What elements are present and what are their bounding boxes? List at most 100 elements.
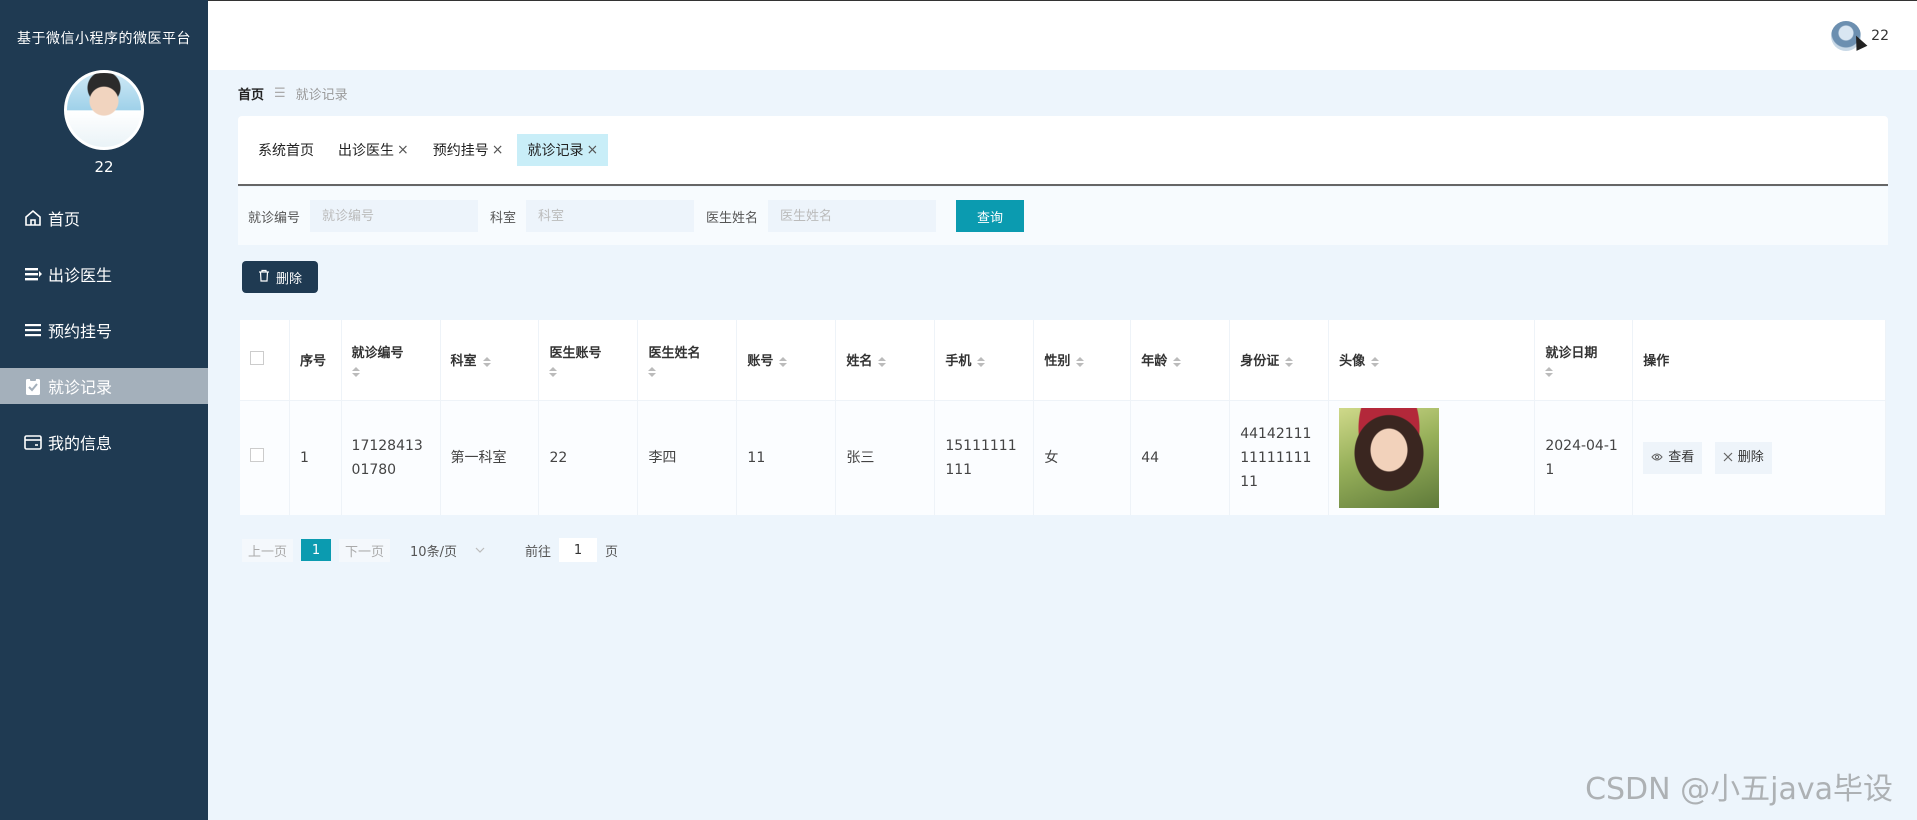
- close-icon[interactable]: ×: [397, 142, 409, 158]
- column-header[interactable]: 身份证: [1229, 320, 1330, 401]
- batch-delete-button[interactable]: 删除: [242, 261, 318, 293]
- tab-label: 就诊记录: [527, 143, 584, 159]
- column-header[interactable]: 头像: [1328, 320, 1536, 401]
- prev-page-button[interactable]: 上一页: [242, 538, 294, 562]
- search-form: 就诊编号 科室 医生姓名 查询: [238, 187, 1888, 245]
- sidebar-item-my-info[interactable]: 我的信息: [0, 424, 208, 460]
- tab-doctors[interactable]: 出诊医生 ×: [328, 134, 419, 166]
- chevron-down-icon: [475, 545, 485, 556]
- user-name: 22: [1871, 28, 1889, 44]
- avatar[interactable]: [64, 70, 144, 150]
- cell-visit-no: 1712841301780: [341, 400, 441, 515]
- cell-photo: [1328, 400, 1536, 515]
- row-select-cell: [240, 400, 290, 515]
- cell-phone: 15111111111: [934, 400, 1035, 515]
- query-button[interactable]: 查询: [956, 200, 1025, 232]
- sort-icon[interactable]: [1545, 367, 1554, 378]
- breadcrumb-separator-icon: ☰: [274, 86, 286, 101]
- column-header[interactable]: 姓名: [835, 320, 936, 401]
- column-header[interactable]: 性别: [1033, 320, 1132, 401]
- sort-icon[interactable]: [351, 367, 360, 378]
- trash-icon: [258, 269, 270, 285]
- next-page-button[interactable]: 下一页: [339, 538, 391, 562]
- page-size-value: 10条/页: [410, 544, 457, 560]
- cell-gender: 女: [1033, 400, 1132, 515]
- sort-icon[interactable]: [977, 356, 986, 367]
- column-header[interactable]: 科室: [440, 320, 540, 401]
- sort-icon[interactable]: [1371, 356, 1380, 367]
- page-number-active[interactable]: 1: [301, 539, 332, 561]
- tab-system-home[interactable]: 系统首页: [248, 134, 324, 166]
- profile: 22: [0, 70, 208, 176]
- top-bar: 22: [208, 0, 1917, 70]
- select-all-checkbox[interactable]: [250, 350, 264, 365]
- page-jumper: 前往 页: [525, 538, 618, 562]
- select-all-cell: [240, 320, 290, 401]
- tab-visit-records[interactable]: 就诊记录 ×: [517, 134, 609, 166]
- sidebar-menu: 首页 出诊医生 预约挂号 就诊记录 我的信息: [0, 200, 208, 460]
- sort-icon[interactable]: [878, 356, 887, 367]
- watermark: CSDN @小五java毕设: [1585, 772, 1893, 807]
- visit-no-label: 就诊编号: [248, 210, 301, 226]
- tab-label: 预约挂号: [432, 143, 489, 159]
- close-icon[interactable]: ×: [492, 142, 504, 158]
- goto-page-input[interactable]: [558, 538, 597, 562]
- list-icon: [22, 263, 44, 285]
- page-size-select[interactable]: 10条/页: [410, 541, 485, 560]
- app-title: 基于微信小程序的微医平台: [17, 31, 191, 47]
- list-icon: [22, 319, 44, 341]
- cell-visit-date: 2024-04-11: [1534, 400, 1634, 515]
- cell-index: 1: [289, 400, 342, 515]
- doctor-name-label: 医生姓名: [706, 210, 759, 226]
- table-header-row: 序号 就诊编号 科室 医生账号 医生姓名 账号 姓名 手机 性别 年龄 身份证 …: [240, 320, 1886, 401]
- sidebar-item-label: 出诊医生: [48, 266, 113, 285]
- sort-icon[interactable]: [1285, 356, 1294, 367]
- sidebar-item-home[interactable]: 首页: [0, 200, 208, 236]
- visit-no-input[interactable]: [310, 200, 479, 232]
- sort-icon[interactable]: [779, 356, 788, 367]
- sidebar-item-label: 我的信息: [48, 434, 113, 453]
- sidebar-item-visit-records[interactable]: 就诊记录: [0, 368, 208, 404]
- column-header[interactable]: 医生账号: [538, 320, 639, 401]
- breadcrumb-current: 就诊记录: [295, 88, 348, 103]
- sidebar-item-doctors[interactable]: 出诊医生: [0, 256, 208, 292]
- sidebar-item-appointment[interactable]: 预约挂号: [0, 312, 208, 348]
- page-suffix: 页: [604, 544, 618, 560]
- row-checkbox[interactable]: [250, 447, 264, 462]
- close-icon[interactable]: ×: [586, 142, 598, 158]
- cell-name: 张三: [835, 400, 936, 515]
- column-header[interactable]: 就诊日期: [1534, 320, 1634, 401]
- sort-icon[interactable]: [549, 367, 558, 378]
- breadcrumb-home[interactable]: 首页: [238, 84, 264, 103]
- close-icon: [1723, 446, 1733, 470]
- department-input[interactable]: [526, 200, 695, 232]
- doctor-name-input[interactable]: [768, 200, 937, 232]
- pagination: 上一页 1 下一页 10条/页 前往 页: [242, 538, 618, 562]
- column-header[interactable]: 手机: [934, 320, 1035, 401]
- records-table: 序号 就诊编号 科室 医生账号 医生姓名 账号 姓名 手机 性别 年龄 身份证 …: [240, 320, 1886, 515]
- sidebar-item-label: 首页: [48, 210, 81, 229]
- column-header[interactable]: 医生姓名: [637, 320, 738, 401]
- tab-label: 出诊医生: [338, 143, 394, 159]
- department-label: 科室: [490, 210, 517, 226]
- eye-icon: [1651, 446, 1663, 470]
- sort-icon[interactable]: [1076, 356, 1085, 367]
- patient-photo: [1339, 407, 1440, 508]
- column-header[interactable]: 年龄: [1130, 320, 1231, 401]
- row-delete-button[interactable]: 删除: [1714, 441, 1772, 474]
- sidebar: 基于微信小程序的微医平台 22 首页 出诊医生 预约挂号 就诊记录 我的信息: [0, 0, 208, 820]
- tab-appointment[interactable]: 预约挂号 ×: [423, 134, 514, 166]
- sort-icon[interactable]: [648, 367, 657, 378]
- cell-doctor-account: 22: [538, 400, 639, 515]
- column-header: 序号: [289, 320, 342, 401]
- column-header[interactable]: 就诊编号: [341, 320, 441, 401]
- tab-label: 系统首页: [258, 143, 314, 159]
- sort-icon[interactable]: [1173, 356, 1182, 367]
- sort-icon[interactable]: [482, 356, 491, 367]
- breadcrumb: 首页 ☰ 就诊记录: [238, 84, 348, 103]
- table-row[interactable]: 1 1712841301780 第一科室 22 李四 11 张三 1511111…: [240, 400, 1886, 515]
- column-header[interactable]: 账号: [736, 320, 837, 401]
- cell-id-card: 441421111111111111: [1229, 400, 1330, 515]
- home-icon: [22, 207, 44, 229]
- view-button[interactable]: 查看: [1643, 441, 1703, 474]
